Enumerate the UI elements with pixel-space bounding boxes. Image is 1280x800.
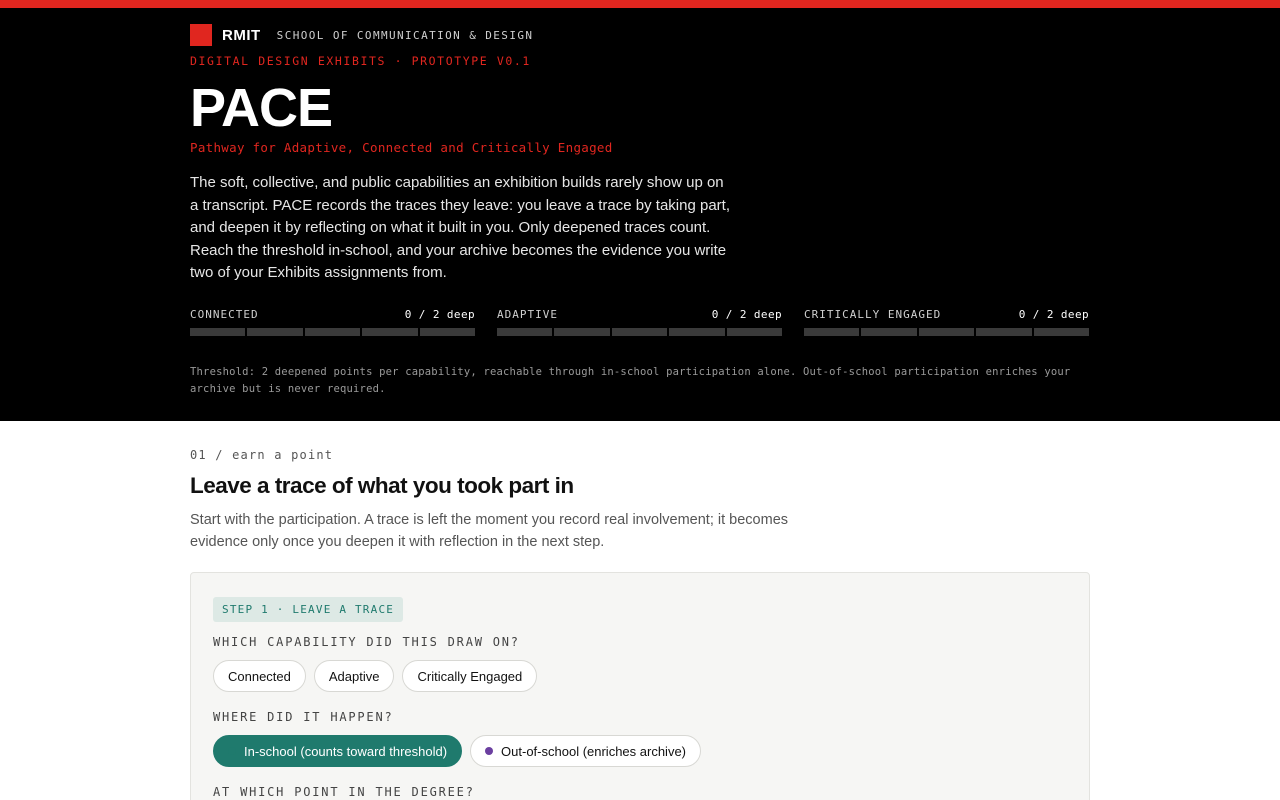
brand-row: RMIT SCHOOL OF COMMUNICATION & DESIGN [190,24,1090,46]
capability-chip-connected[interactable]: Connected [213,660,306,692]
meter-value: 0 / 2 deep [404,308,475,321]
where-chip-label: In-school (counts toward threshold) [244,743,448,759]
question-capability: WHICH CAPABILITY DID THIS DRAW ON? [213,635,520,649]
meter-segment [918,328,975,336]
meter-value: 0 / 2 deep [1018,308,1089,321]
page-title: PACE [190,78,333,138]
meter-segment [554,328,610,336]
rmit-logo-square [190,24,212,46]
capability-chip-critically-engaged[interactable]: Critically Engaged [402,660,538,692]
section-lead: Start with the participation. A trace is… [190,512,789,550]
meter-adaptive: ADAPTIVE 0 / 2 deep [497,308,783,336]
where-chip-out-of-school[interactable]: Out-of-school (enriches archive) [470,735,702,767]
rmit-logo-text: RMIT [222,26,261,44]
question-where: WHERE DID IT HAPPEN? [213,710,394,724]
meter-segment [419,328,476,336]
meter-value: 0 / 2 deep [711,308,782,321]
meter-critically-engaged: CRITICALLY ENGAGED 0 / 2 deep [804,308,1090,336]
school-name: SCHOOL OF COMMUNICATION & DESIGN [276,28,534,42]
question-when: AT WHICH POINT IN THE DEGREE? [213,785,475,799]
meter-segment [362,328,418,336]
top-accent-bar [0,0,1280,8]
meter-segment [976,328,1032,336]
threshold-note: Threshold: 2 deepened points per capabil… [190,366,1071,395]
where-chip-label: Out-of-school (enriches archive) [501,743,687,759]
meter-bar [497,328,783,336]
capability-options: Connected Adaptive Critically Engaged [213,660,538,692]
where-chip-in-school[interactable]: In-school (counts toward threshold) [213,735,463,767]
meter-bar [804,328,1090,336]
hero-intro: The soft, collective, and public capabil… [190,174,730,281]
section-kicker: 01 / earn a point [190,448,334,462]
meter-label: CONNECTED [190,308,259,321]
meter-bar [190,328,476,336]
meter-label: ADAPTIVE [497,308,558,321]
main-content: 01 / earn a point Leave a trace of what … [0,421,1280,800]
meter-segment [726,328,783,336]
trace-form-card: STEP 1 · LEAVE A TRACE WHICH CAPABILITY … [190,572,1090,800]
step-badge: STEP 1 · LEAVE A TRACE [213,597,404,622]
section-heading: Leave a trace of what you took part in [190,473,574,498]
meter-segment [497,328,553,336]
teal-dot-icon [228,747,236,755]
meter-segment [190,328,246,336]
meter-segment [1033,328,1090,336]
hero: RMIT SCHOOL OF COMMUNICATION & DESIGN DI… [0,8,1280,421]
meter-segment [669,328,725,336]
hero-eyebrow: DIGITAL DESIGN EXHIBITS · PROTOTYPE V0.1 [190,54,531,68]
meter-segment [861,328,917,336]
capability-meters: CONNECTED 0 / 2 deep ADAPTIVE 0 / 2 deep [190,308,1090,336]
meter-label: CRITICALLY ENGAGED [804,308,942,321]
page-subtitle: Pathway for Adaptive, Connected and Crit… [190,140,613,155]
meter-segment [247,328,303,336]
meter-connected: CONNECTED 0 / 2 deep [190,308,476,336]
purple-dot-icon [485,747,494,755]
meter-segment [611,328,668,336]
meter-segment [804,328,860,336]
meter-segment [304,328,361,336]
capability-chip-adaptive[interactable]: Adaptive [313,660,395,692]
where-options: In-school (counts toward threshold) Out-… [213,735,702,767]
